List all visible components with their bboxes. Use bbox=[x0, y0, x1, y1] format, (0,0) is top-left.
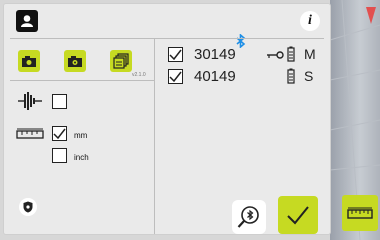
app-version: v2.1.0 bbox=[132, 72, 146, 78]
check-mark-icon bbox=[169, 71, 182, 82]
shield-icon bbox=[23, 201, 33, 213]
ruler-icon bbox=[347, 207, 373, 219]
device-type: M bbox=[304, 46, 316, 62]
ruler-button[interactable] bbox=[342, 195, 378, 231]
device-serial: 30149 bbox=[194, 46, 236, 63]
toolbar-divider bbox=[10, 80, 154, 81]
ruler-unit-icon bbox=[16, 128, 44, 139]
gallery-icon bbox=[113, 53, 129, 69]
check-mark-icon bbox=[53, 128, 66, 139]
device-checkbox[interactable] bbox=[168, 69, 183, 84]
device-row[interactable]: 30149 M bbox=[168, 44, 328, 64]
column-divider bbox=[154, 38, 155, 234]
info-button[interactable]: i bbox=[300, 11, 320, 31]
security-button[interactable] bbox=[19, 198, 37, 216]
mm-checkbox[interactable] bbox=[52, 126, 67, 141]
battery-icon bbox=[287, 46, 295, 62]
camera-icon bbox=[22, 56, 36, 67]
mm-label: mm bbox=[74, 131, 88, 140]
header-divider bbox=[10, 38, 324, 39]
main-panel: i v2.1.0 mm inch 30149 M 40149 S bbox=[4, 4, 330, 234]
background-edge bbox=[330, 0, 380, 240]
key-icon bbox=[267, 51, 284, 59]
search-bluetooth-button[interactable] bbox=[232, 200, 266, 234]
user-button[interactable] bbox=[16, 10, 38, 32]
vibration-icon bbox=[18, 92, 42, 110]
camera-alt-button[interactable] bbox=[64, 50, 86, 72]
device-row[interactable]: 40149 S bbox=[168, 66, 328, 86]
camera-button[interactable] bbox=[18, 50, 40, 72]
gallery-button[interactable] bbox=[110, 50, 132, 72]
user-icon bbox=[21, 15, 33, 27]
inch-label: inch bbox=[74, 153, 89, 162]
battery-icon bbox=[287, 68, 295, 84]
vibration-checkbox[interactable] bbox=[52, 94, 67, 109]
camera-alt-icon bbox=[68, 56, 82, 67]
search-bluetooth-icon bbox=[237, 206, 259, 228]
check-icon bbox=[287, 206, 309, 225]
check-mark-icon bbox=[169, 49, 182, 60]
info-icon: i bbox=[308, 13, 312, 28]
device-serial: 40149 bbox=[194, 68, 236, 85]
confirm-button[interactable] bbox=[278, 196, 318, 234]
device-type: S bbox=[304, 68, 314, 84]
inch-checkbox[interactable] bbox=[52, 148, 67, 163]
device-checkbox[interactable] bbox=[168, 47, 183, 62]
